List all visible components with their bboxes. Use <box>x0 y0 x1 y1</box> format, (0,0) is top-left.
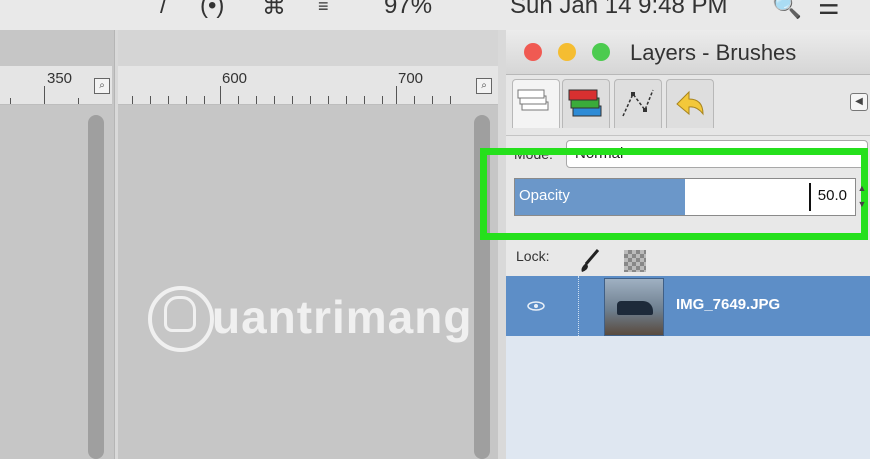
ruler-tick <box>382 96 383 104</box>
image-window: 600 700 ⌕ <box>118 30 498 459</box>
horizontal-ruler: 350 ⌕ <box>0 66 112 105</box>
ruler-tick <box>78 98 79 104</box>
ruler-tick <box>328 96 329 104</box>
eye-icon[interactable] <box>526 300 546 312</box>
ruler-tick <box>238 96 239 104</box>
ruler-tick <box>450 96 451 104</box>
clock[interactable]: Sun Jan 14 9:48 PM <box>510 0 727 20</box>
ruler-tick <box>274 96 275 104</box>
text-cursor <box>809 183 811 211</box>
ruler-tick <box>310 96 311 104</box>
ruler-tick <box>414 96 415 104</box>
tab-channels[interactable] <box>562 79 610 128</box>
battery-status[interactable]: 97% <box>384 0 432 20</box>
layers-icon <box>517 89 549 111</box>
opacity-spinner-icon[interactable]: ▲ ▼ <box>857 180 867 212</box>
ruler-label: 350 <box>47 70 73 87</box>
image-window-left: 350 ⌕ <box>0 30 115 459</box>
layer-list-empty-area[interactable] <box>506 336 870 459</box>
ruler-tick <box>132 96 133 104</box>
watermark-text: uantrimang <box>212 291 473 343</box>
paintbrush-icon[interactable] <box>578 248 602 274</box>
menubar: / (•) ⌘ ≡ 97% Sun Jan 14 9:48 PM 🔍 ☰ <box>0 0 870 30</box>
ruler-tick <box>292 96 293 104</box>
ruler-tick <box>186 96 187 104</box>
ruler-tick <box>364 96 365 104</box>
undo-history-icon <box>676 90 704 116</box>
vertical-scrollbar[interactable] <box>88 115 104 459</box>
window-titlebar <box>118 30 498 66</box>
layer-name[interactable]: IMG_7649.JPG <box>676 296 780 313</box>
watermark: uantrimang <box>148 284 471 354</box>
opacity-slider[interactable]: Opacity 50.0 <box>514 178 856 216</box>
horizontal-ruler: 600 700 ⌕ <box>118 66 498 105</box>
zoom-button[interactable] <box>592 43 610 61</box>
dock-tabs: ◀ <box>506 75 870 136</box>
chain-column[interactable] <box>578 276 580 336</box>
opacity-label: Opacity <box>519 187 570 204</box>
spotlight-icon[interactable]: 🔍 <box>772 0 802 21</box>
panel-title: Layers - Brushes <box>630 40 797 65</box>
ruler-tick <box>256 96 257 104</box>
layer-row[interactable]: IMG_7649.JPG <box>506 276 870 336</box>
script-icon[interactable]: / <box>160 0 167 20</box>
car-image <box>617 301 653 315</box>
opacity-value[interactable]: 50.0 <box>818 187 847 204</box>
lock-row: Lock: <box>506 242 870 280</box>
ruler-tick <box>204 96 205 104</box>
lightbulb-icon <box>164 296 196 332</box>
ruler-tick <box>44 86 45 104</box>
ruler-tick <box>220 86 221 104</box>
tab-layers[interactable] <box>512 79 560 128</box>
ruler-tick <box>168 96 169 104</box>
ruler-tick <box>150 96 151 104</box>
notification-center-icon[interactable]: ☰ <box>818 0 840 21</box>
ruler-tick <box>10 98 11 104</box>
minimize-button[interactable] <box>558 43 576 61</box>
zoom-icon[interactable]: ⌕ <box>94 78 110 94</box>
tab-menu-icon[interactable]: ◀ <box>850 93 868 111</box>
display-icon[interactable]: ≡ <box>318 0 329 17</box>
panel-titlebar: Layers - Brushes <box>506 30 870 75</box>
ruler-label: 700 <box>398 70 424 87</box>
wifi-icon[interactable]: (•) <box>200 0 224 20</box>
paths-icon <box>622 89 654 117</box>
ruler-label: 600 <box>222 70 248 87</box>
ruler-tick <box>396 86 397 104</box>
tab-undo-history[interactable] <box>666 79 714 128</box>
zoom-icon[interactable]: ⌕ <box>476 78 492 94</box>
lock-label: Lock: <box>516 248 550 264</box>
ruler-tick <box>432 96 433 104</box>
tab-paths[interactable] <box>614 79 662 128</box>
layers-panel: Layers - Brushes ◀ Mode: Normal Lock: IM… <box>506 30 870 459</box>
ruler-tick <box>346 96 347 104</box>
bluetooth-icon[interactable]: ⌘ <box>262 0 286 21</box>
layer-thumbnail <box>604 278 664 336</box>
channels-icon <box>568 89 602 117</box>
checkerboard-icon[interactable] <box>624 250 646 272</box>
close-button[interactable] <box>524 43 542 61</box>
